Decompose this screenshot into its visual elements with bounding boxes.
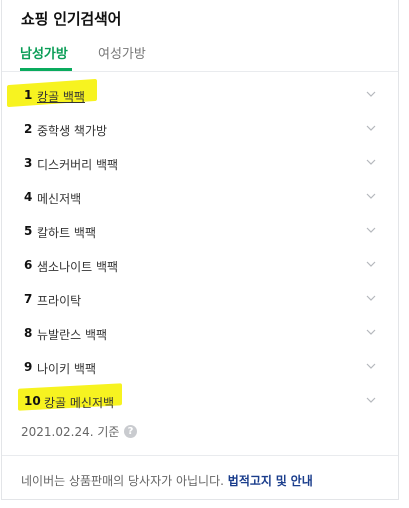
footer: 네이버는 상품판매의 당사자가 아닙니다. 법적고지 및 안내 (2, 455, 398, 501)
rank-number: 10 (24, 394, 41, 408)
keyword-text[interactable]: 캉골 메신저백 (44, 394, 114, 411)
rank-number: 5 (24, 224, 33, 238)
keyword-text[interactable]: 캉골 백팩 (37, 88, 85, 105)
rank-number: 8 (24, 326, 33, 340)
chevron-down-icon[interactable] (366, 295, 376, 302)
rank-number: 2 (24, 122, 33, 136)
keyword-text[interactable]: 메신저백 (37, 190, 81, 207)
keyword-list: 1 캉골 백팩 2 중학생 책가방 3 디스커버리 백팩 4 메신저백 5 칼하… (2, 79, 398, 419)
disclaimer-text: 네이버는 상품판매의 당사자가 아닙니다. 법적고지 및 안내 (21, 472, 313, 489)
rank-number: 9 (24, 360, 33, 374)
disclaimer-sentence: 네이버는 상품판매의 당사자가 아닙니다. (21, 474, 224, 488)
chevron-down-icon[interactable] (366, 363, 376, 370)
rank-number: 3 (24, 156, 33, 170)
chevron-down-icon[interactable] (366, 91, 376, 98)
keyword-row[interactable]: 4 메신저백 (2, 181, 398, 215)
tab-womens-bags[interactable]: 여성가방 (98, 43, 146, 62)
rank-number: 4 (24, 190, 33, 204)
keyword-text[interactable]: 샘소나이트 백팩 (37, 258, 118, 275)
keyword-text[interactable]: 중학생 책가방 (37, 122, 107, 139)
panel-title: 쇼핑 인기검색어 (21, 10, 122, 28)
rank-number: 1 (24, 88, 33, 102)
chevron-down-icon[interactable] (366, 193, 376, 200)
keyword-text[interactable]: 나이키 백팩 (37, 360, 96, 377)
rank-number: 6 (24, 258, 33, 272)
conjunction-text: 및 (275, 474, 287, 488)
keyword-row[interactable]: 10 캉골 메신저백 (2, 385, 398, 419)
reference-date: 2021.02.24. 기준 (21, 425, 120, 439)
keyword-text[interactable]: 디스커버리 백팩 (37, 156, 118, 173)
chevron-down-icon[interactable] (366, 125, 376, 132)
chevron-down-icon[interactable] (366, 397, 376, 404)
keyword-text[interactable]: 뉴발란스 백팩 (37, 326, 107, 343)
keyword-row[interactable]: 2 중학생 책가방 (2, 113, 398, 147)
keyword-row[interactable]: 7 프라이탁 (2, 283, 398, 317)
tab-mens-bags[interactable]: 남성가방 (20, 43, 68, 62)
keyword-text[interactable]: 프라이탁 (37, 292, 81, 309)
chevron-down-icon[interactable] (366, 261, 376, 268)
keyword-row[interactable]: 8 뉴발란스 백팩 (2, 317, 398, 351)
chevron-down-icon[interactable] (366, 159, 376, 166)
keyword-row[interactable]: 1 캉골 백팩 (2, 79, 398, 113)
keyword-row[interactable]: 6 샘소나이트 백팩 (2, 249, 398, 283)
keyword-row[interactable]: 9 나이키 백팩 (2, 351, 398, 385)
legal-notice-link[interactable]: 법적고지 (228, 474, 272, 488)
popular-search-panel: 쇼핑 인기검색어 남성가방 여성가방 1 캉골 백팩 2 중학생 책가방 3 디… (1, 0, 399, 500)
category-tabs: 남성가방 여성가방 (2, 40, 398, 72)
chevron-down-icon[interactable] (366, 329, 376, 336)
help-icon[interactable]: ? (124, 425, 137, 438)
rank-number: 7 (24, 292, 33, 306)
keyword-row[interactable]: 5 칼하트 백팩 (2, 215, 398, 249)
guide-link[interactable]: 안내 (291, 474, 313, 488)
chevron-down-icon[interactable] (366, 227, 376, 234)
active-tab-indicator (20, 68, 72, 71)
keyword-row[interactable]: 3 디스커버리 백팩 (2, 147, 398, 181)
keyword-text[interactable]: 칼하트 백팩 (37, 224, 96, 241)
